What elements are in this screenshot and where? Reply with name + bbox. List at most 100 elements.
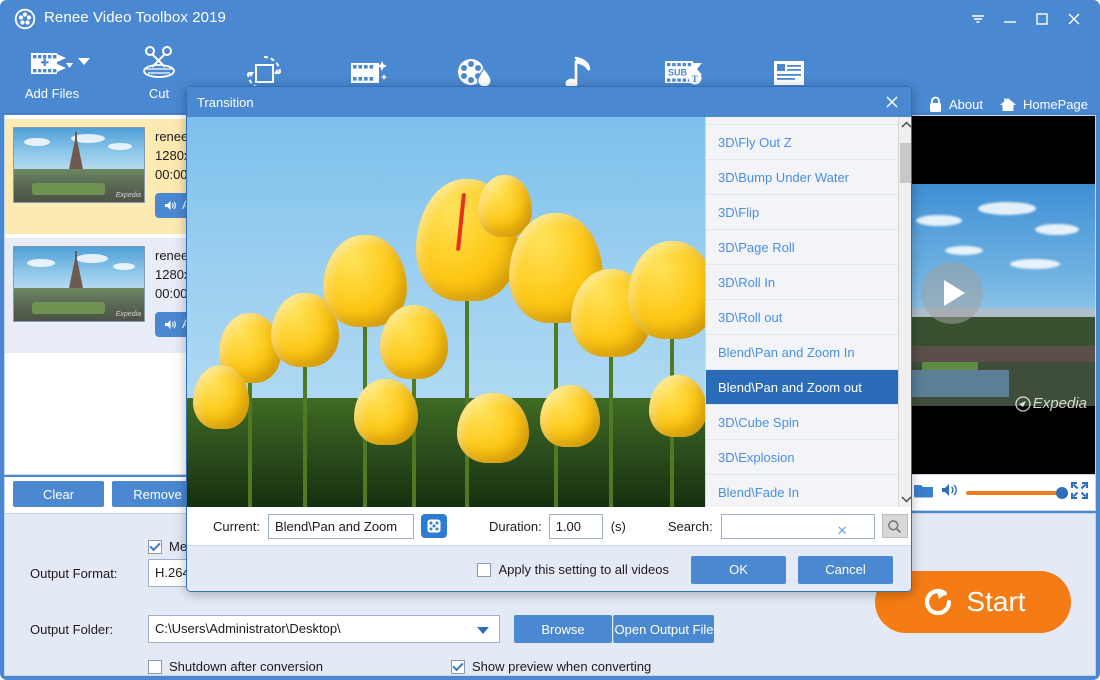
- transition-label: 3D\Flip: [718, 204, 760, 220]
- close-icon[interactable]: [881, 92, 903, 112]
- apply-all-checkbox-row[interactable]: Apply this setting to all videos: [477, 562, 669, 577]
- start-label: Start: [966, 586, 1026, 617]
- video-preview[interactable]: Expedia: [906, 115, 1096, 475]
- current-label: Current:: [213, 518, 260, 534]
- minimize-button[interactable]: [994, 6, 1026, 32]
- scrollbar-thumb[interactable]: [900, 143, 911, 183]
- list-item[interactable]: Blend\Fade In: [706, 475, 899, 507]
- toolbar-cut-label: Cut: [148, 86, 170, 101]
- transition-list-scrollbar[interactable]: [898, 117, 911, 507]
- list-item[interactable]: Blend\Pan and Zoom In: [706, 335, 899, 370]
- close-x-icon[interactable]: ✕: [837, 519, 848, 542]
- scissors-icon: [139, 42, 179, 84]
- maximize-button[interactable]: [1026, 6, 1058, 32]
- dialog-title-bar: Transition: [187, 87, 911, 117]
- search-input[interactable]: ✕: [720, 513, 875, 542]
- output-format-label: Output Format:: [30, 566, 118, 581]
- show-preview-label: Show preview when converting: [472, 659, 652, 674]
- svg-text:SUB: SUB: [668, 68, 688, 78]
- transition-list[interactable]: 3D\Fly Out Z 3D\Bump Under Water 3D\Flip…: [706, 117, 899, 507]
- cancel-button[interactable]: Cancel: [798, 555, 893, 584]
- transition-label: 3D\Explosion: [718, 449, 795, 465]
- expedia-logo-icon: [1015, 395, 1031, 412]
- svg-text:T: T: [692, 74, 698, 84]
- thumbnail-watermark: Expedia: [115, 192, 141, 199]
- dialog-controls-row: Current: Blend\Pan and Zoom out Duration…: [187, 507, 911, 557]
- transition-label: 3D\Roll out: [718, 309, 783, 325]
- chevron-down-icon[interactable]: [899, 491, 911, 507]
- output-format-value: H.264: [155, 565, 190, 580]
- list-item[interactable]: 3D\Roll out: [706, 300, 899, 335]
- search-icon: [888, 519, 902, 533]
- preview-watermark: Expedia: [1015, 395, 1087, 412]
- lock-icon: [929, 96, 941, 112]
- title-bar: Renee Video Toolbox 2019: [0, 0, 1100, 38]
- transition-label: Blend\Pan and Zoom In: [718, 344, 855, 360]
- show-preview-checkbox-row[interactable]: Show preview when converting: [451, 659, 651, 674]
- about-link[interactable]: About: [928, 96, 983, 113]
- output-folder-chevron-down-icon[interactable]: [477, 627, 489, 634]
- current-transition-field[interactable]: Blend\Pan and Zoom out: [267, 513, 414, 557]
- volume-slider-knob[interactable]: [1056, 486, 1068, 499]
- random-transition-button[interactable]: [420, 514, 447, 538]
- duration-label: Duration:: [488, 518, 542, 534]
- list-item[interactable]: 3D\Explosion: [706, 440, 899, 475]
- output-folder-label: Output Folder:: [30, 622, 114, 637]
- list-item[interactable]: 3D\Flip: [706, 195, 899, 230]
- transition-label: 3D\Fly Out Z: [718, 134, 792, 150]
- search-button[interactable]: [881, 514, 908, 538]
- list-item[interactable]: 3D\Page Roll: [706, 230, 899, 265]
- add-files-icon: [28, 42, 76, 84]
- speaker-icon: [165, 201, 176, 210]
- shutdown-checkbox-row[interactable]: Shutdown after conversion: [148, 659, 323, 674]
- application-window: Renee Video Toolbox 2019 Add Files Cut S…: [0, 0, 1100, 680]
- about-label: About: [948, 97, 983, 112]
- output-folder-select[interactable]: C:\Users\Administrator\Desktop\: [148, 615, 500, 643]
- thumbnail-watermark: Expedia: [115, 311, 141, 318]
- close-button[interactable]: [1058, 6, 1090, 32]
- list-item[interactable]: [706, 117, 899, 125]
- list-item[interactable]: 3D\Fly Out Z: [706, 125, 899, 160]
- shutdown-label: Shutdown after conversion: [169, 659, 323, 674]
- list-item-selected[interactable]: Blend\Pan and Zoom out: [706, 370, 899, 405]
- toolbar-right-links: About HomePage: [928, 96, 1088, 113]
- folder-icon[interactable]: [913, 481, 935, 504]
- dialog-body: 3D\Fly Out Z 3D\Bump Under Water 3D\Flip…: [187, 117, 911, 507]
- list-item[interactable]: 3D\Bump Under Water: [706, 160, 899, 195]
- expand-icon[interactable]: [1070, 481, 1089, 505]
- chevron-up-icon[interactable]: [899, 117, 911, 133]
- duration-value: 1.00: [555, 518, 582, 534]
- refresh-circular-icon: [925, 588, 952, 616]
- search-label: Search:: [667, 518, 713, 534]
- open-output-file-button[interactable]: Open Output File: [613, 615, 714, 643]
- window-title: Renee Video Toolbox 2019: [44, 9, 226, 26]
- homepage-link[interactable]: HomePage: [999, 96, 1088, 113]
- add-files-chevron-down-icon[interactable]: [78, 58, 90, 65]
- duration-input[interactable]: 1.00: [548, 513, 603, 539]
- apply-all-checkbox[interactable]: [477, 562, 492, 577]
- apply-all-label: Apply this setting to all videos: [498, 562, 669, 577]
- speaker-icon[interactable]: [941, 482, 960, 503]
- play-triangle-icon[interactable]: [921, 262, 983, 324]
- show-preview-checkbox[interactable]: [451, 659, 465, 674]
- duration-unit: (s): [610, 518, 626, 534]
- merge-checkbox[interactable]: [148, 539, 162, 554]
- dice-icon: [427, 519, 441, 533]
- list-item[interactable]: 3D\Roll In: [706, 265, 899, 300]
- clear-button[interactable]: Clear: [13, 481, 104, 507]
- toolbar-add-files-label: Add Files: [24, 86, 80, 101]
- dialog-footer: Apply this setting to all videos OK Canc…: [187, 545, 911, 591]
- volume-slider[interactable]: [966, 486, 1068, 499]
- menu-dropdown-button[interactable]: [962, 6, 994, 32]
- toolbar-add-files[interactable]: Add Files: [6, 42, 98, 101]
- browse-button[interactable]: Browse: [514, 615, 612, 643]
- preview-watermark-label: Expedia: [1032, 395, 1087, 412]
- transition-label: 3D\Bump Under Water: [718, 169, 850, 185]
- shutdown-checkbox[interactable]: [148, 659, 162, 674]
- output-folder-value: C:\Users\Administrator\Desktop\: [155, 621, 341, 636]
- ok-button[interactable]: OK: [691, 555, 786, 584]
- transition-label: 3D\Roll In: [718, 274, 776, 290]
- film-reel-icon: [14, 8, 36, 30]
- list-item[interactable]: 3D\Cube Spin: [706, 405, 899, 440]
- transition-label: 3D\Cube Spin: [718, 414, 799, 430]
